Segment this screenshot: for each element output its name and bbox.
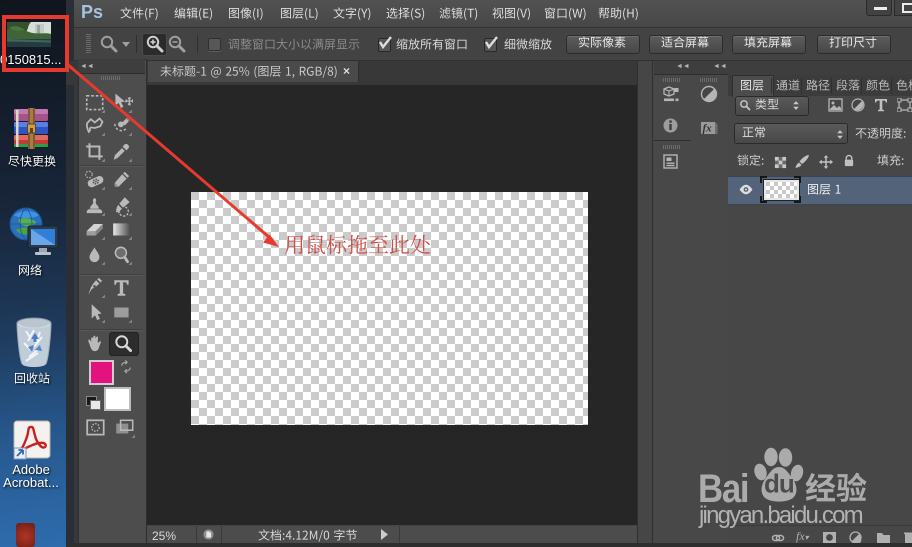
svg-text:du: du (764, 469, 794, 499)
